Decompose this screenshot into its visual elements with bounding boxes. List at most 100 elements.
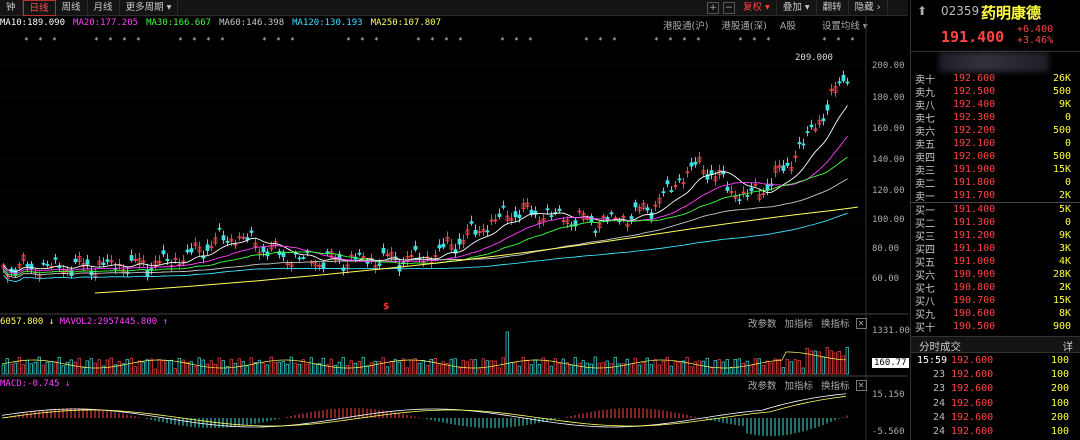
volume-bar — [129, 357, 133, 375]
order-book-row[interactable]: 买十 190.500 900 — [911, 320, 1080, 334]
volume-bar — [473, 359, 477, 375]
macd-panel-links: 改参数 加指标 换指标 ✕ — [740, 378, 867, 392]
level-volume: 4K — [1058, 256, 1071, 267]
candle-body — [609, 212, 614, 215]
candle-body — [161, 250, 166, 255]
volume-bar — [193, 366, 197, 375]
volume-bar — [529, 364, 533, 375]
level-price: 192.600 — [953, 73, 996, 84]
candle-body — [469, 221, 474, 224]
volume-bar — [137, 360, 141, 375]
volume-axis-current: 160.77 — [872, 358, 909, 368]
event-mark-icon: * — [682, 36, 687, 45]
candle-body — [629, 216, 634, 220]
trade-price: 192.600 — [951, 354, 994, 366]
volume-bar — [13, 362, 17, 375]
candle-body — [189, 248, 194, 253]
volume-bar — [525, 360, 529, 375]
candle-body — [105, 259, 110, 262]
volume-bar — [513, 361, 517, 375]
volume-bars — [1, 331, 849, 375]
volume-bar — [381, 357, 385, 375]
volume-bar — [753, 358, 757, 375]
trade-volume: 200 — [1050, 411, 1069, 423]
volume-bar — [805, 347, 809, 375]
price-axis-label: 140.00 — [872, 155, 905, 165]
event-mark-icon: * — [752, 36, 757, 45]
volume-switch-link[interactable]: 换指标 — [821, 316, 850, 330]
volume-bar — [229, 358, 233, 375]
price-chart[interactable]: * * * * * * * * * * * * * * * * * * * * * * * * * * * * * * * * * * * * * — [0, 0, 908, 440]
volume-bar — [377, 361, 381, 375]
volume-bar — [61, 365, 65, 375]
macd-value: MACD:-0.745 — [0, 379, 60, 389]
volume-bar — [641, 362, 645, 375]
volume-bar — [637, 364, 641, 375]
trade-volume: 100 — [1050, 368, 1069, 380]
level-volume: 5K — [1058, 204, 1071, 215]
candle-body — [549, 215, 554, 218]
volume-bar — [801, 367, 805, 375]
volume-bar — [673, 361, 677, 375]
volume-bar — [425, 365, 429, 375]
volume-bar — [833, 352, 837, 375]
high-price-value: 209.000 — [795, 53, 833, 63]
event-mark-icon: * — [458, 36, 463, 45]
change-percent: +3.46% — [1017, 35, 1054, 46]
volume-bar — [173, 368, 177, 375]
level-volume: 2K — [1058, 282, 1071, 293]
volume-bar — [553, 358, 557, 375]
candle-body — [365, 261, 370, 264]
volume-bar — [17, 357, 21, 375]
volume-bar — [53, 361, 57, 375]
volume-bar — [165, 360, 169, 375]
macd-switch-link[interactable]: 换指标 — [821, 378, 850, 392]
candle-body — [205, 244, 210, 251]
candle-body — [325, 251, 330, 254]
macd-add-link[interactable]: 加指标 — [785, 378, 814, 392]
volume-bar — [157, 359, 161, 375]
volume-bar — [481, 358, 485, 375]
trades-list: 15:59 192.600 100 23 192.600 100 23 192.600 200 2… — [911, 353, 1080, 439]
close-icon[interactable]: ✕ — [855, 317, 867, 329]
close-icon[interactable]: ✕ — [855, 379, 867, 391]
event-mark-icon: * — [850, 36, 855, 45]
candle-body — [357, 252, 362, 255]
event-mark-icon: * — [122, 36, 127, 45]
trades-header: 分时成交 详 — [911, 336, 1080, 353]
volume-add-link[interactable]: 加指标 — [785, 316, 814, 330]
candle-body — [397, 264, 402, 272]
volume-bar — [521, 357, 525, 375]
volume-bar — [517, 365, 521, 375]
price-axis-label: 60.00 — [872, 274, 900, 284]
volume-bar — [297, 363, 301, 375]
event-mark-icon: * — [584, 36, 589, 45]
candle-body — [497, 213, 502, 218]
macd-params-link[interactable]: 改参数 — [748, 378, 777, 392]
level-volume: 3K — [1058, 243, 1071, 254]
volume-bar — [725, 359, 729, 375]
arrow-up-icon[interactable]: ⬆ — [917, 4, 927, 18]
high-price-label: 209.000 — [795, 53, 833, 63]
trades-detail-button[interactable]: 详 — [1063, 339, 1074, 354]
level-volume: 500 — [1052, 86, 1071, 97]
trade-volume: 100 — [1050, 354, 1069, 366]
volume-bar — [657, 364, 661, 375]
volume-bar — [441, 361, 445, 375]
order-book-row[interactable]: 卖一 191.700 2K — [911, 189, 1080, 203]
volume-bar — [77, 357, 81, 375]
event-mark-icon: * — [696, 36, 701, 45]
volume-bar — [125, 359, 129, 375]
candle-body — [845, 81, 850, 84]
volume-bar — [597, 362, 601, 375]
volume-bar — [577, 362, 581, 375]
candle-body — [457, 238, 462, 245]
volume-bar — [369, 362, 373, 375]
event-mark-icon: * — [346, 36, 351, 45]
candle-body — [217, 227, 222, 230]
level-price: 191.900 — [953, 164, 996, 175]
volume-bar — [561, 358, 565, 375]
volume-params-link[interactable]: 改参数 — [748, 316, 777, 330]
volume-bar — [141, 361, 145, 375]
event-mark-icon: * — [206, 36, 211, 45]
